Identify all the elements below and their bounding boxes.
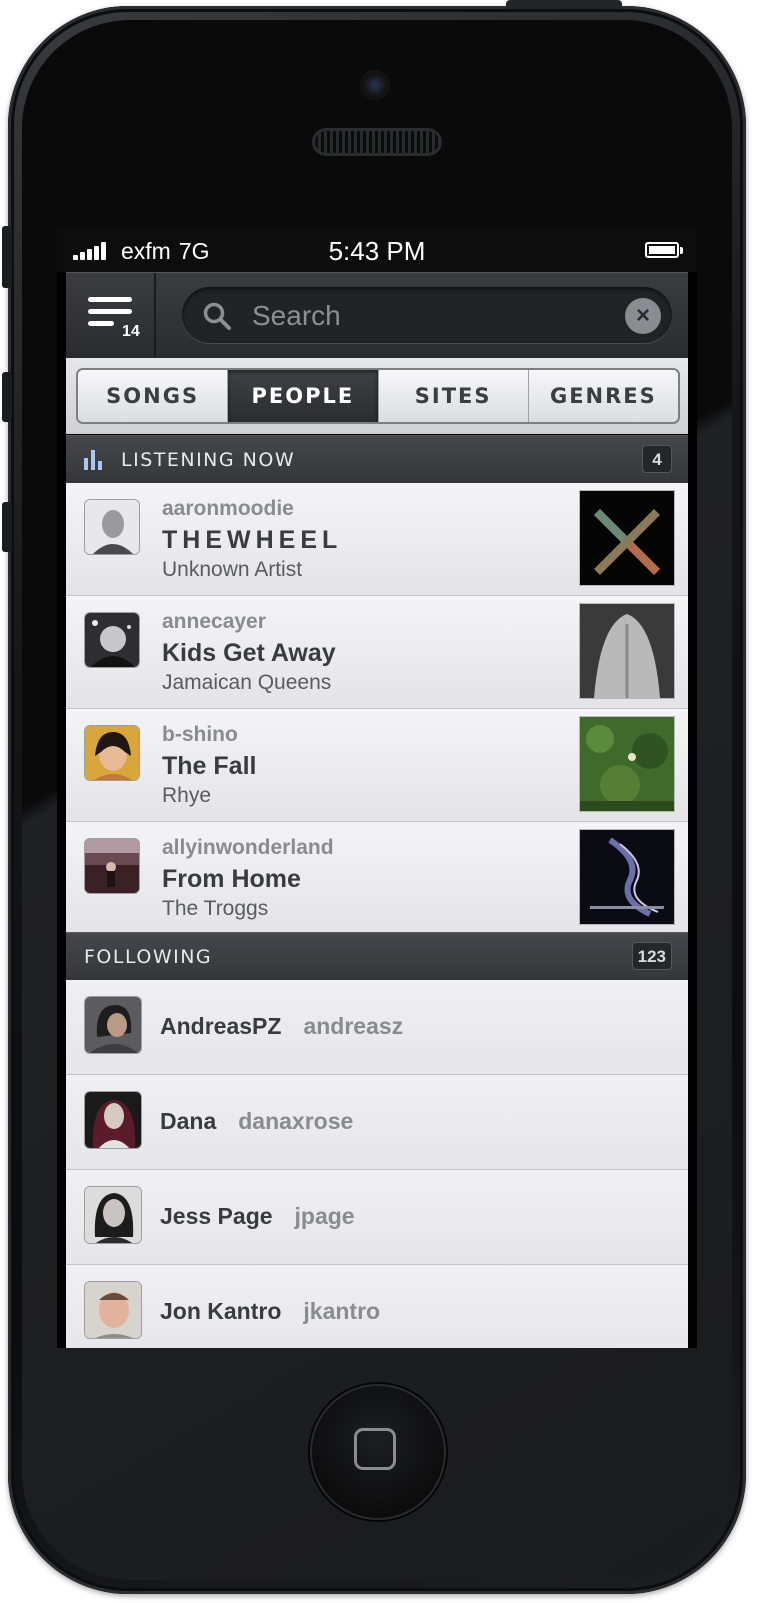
earpiece-speaker bbox=[312, 128, 442, 156]
list-item[interactable]: aaronmoodie THEWHEEL Unknown Artist bbox=[66, 483, 688, 596]
list-item[interactable]: allyinwonderland From Home The Troggs bbox=[66, 822, 688, 935]
list-item[interactable]: b-shino The Fall Rhye bbox=[66, 709, 688, 822]
list-item[interactable]: annecayer Kids Get Away Jamaican Queens bbox=[66, 596, 688, 709]
top-toolbar: 14 × bbox=[66, 272, 688, 359]
home-square-icon bbox=[354, 1428, 396, 1470]
avatar[interactable] bbox=[84, 1281, 142, 1339]
list-item[interactable]: Jon Kantro jkantro bbox=[66, 1265, 688, 1348]
artist-name: Jamaican Queens bbox=[162, 671, 332, 694]
avatar[interactable] bbox=[84, 612, 140, 668]
avatar[interactable] bbox=[84, 838, 140, 894]
track-title: The Fall bbox=[162, 752, 257, 780]
listener-username[interactable]: aaronmoodie bbox=[162, 497, 294, 521]
following-username: danaxrose bbox=[238, 1108, 354, 1134]
avatar[interactable] bbox=[84, 725, 140, 781]
listener-username[interactable]: b-shino bbox=[162, 723, 238, 747]
album-art[interactable] bbox=[580, 717, 674, 811]
artist-name: Rhye bbox=[162, 784, 212, 807]
front-camera bbox=[360, 70, 390, 100]
listener-username[interactable]: annecayer bbox=[162, 610, 266, 634]
listening-now-list: aaronmoodie THEWHEEL Unknown Artist anne… bbox=[66, 483, 688, 935]
following-list: AndreasPZ andreasz Dana danaxrose Jess Pag… bbox=[66, 980, 688, 1348]
following-username: jkantro bbox=[303, 1298, 381, 1324]
volume-down-button bbox=[2, 502, 12, 552]
following-header: FOLLOWING 123 bbox=[66, 932, 688, 980]
listener-username[interactable]: allyinwonderland bbox=[162, 836, 334, 860]
segmented-control: SONGS PEOPLE SITES GENRES bbox=[76, 368, 680, 424]
search-icon bbox=[203, 302, 231, 330]
track-title: THEWHEEL bbox=[162, 526, 343, 554]
following-count-badge: 123 bbox=[631, 942, 672, 970]
tab-people[interactable]: PEOPLE bbox=[227, 370, 378, 422]
listening-now-header: LISTENING NOW 4 bbox=[66, 435, 688, 483]
status-time: 5:43 PM bbox=[328, 236, 426, 266]
list-item[interactable]: Jess Page jpage bbox=[66, 1170, 688, 1265]
tab-bar-container: SONGS PEOPLE SITES GENRES bbox=[66, 358, 688, 434]
list-item[interactable]: Dana danaxrose bbox=[66, 1075, 688, 1170]
tab-songs[interactable]: SONGS bbox=[78, 370, 228, 422]
tab-sites[interactable]: SITES bbox=[377, 370, 528, 422]
clear-search-icon[interactable]: × bbox=[625, 298, 661, 334]
sleep-button bbox=[506, 0, 622, 9]
menu-button[interactable]: 14 bbox=[66, 273, 156, 359]
battery-icon bbox=[645, 242, 683, 258]
search-bar[interactable]: × bbox=[182, 287, 672, 343]
track-title: From Home bbox=[162, 865, 301, 893]
artist-name: The Troggs bbox=[162, 897, 269, 920]
following-display-name[interactable]: Jon Kantro bbox=[160, 1298, 281, 1324]
following-display-name[interactable]: AndreasPZ bbox=[160, 1013, 281, 1039]
status-bar: exfm 7G 5:43 PM bbox=[57, 226, 697, 272]
list-item[interactable]: AndreasPZ andreasz bbox=[66, 980, 688, 1075]
album-art[interactable] bbox=[580, 491, 674, 585]
equalizer-icon bbox=[84, 450, 104, 470]
avatar[interactable] bbox=[84, 1186, 142, 1244]
following-username: jpage bbox=[294, 1203, 355, 1229]
avatar[interactable] bbox=[84, 1091, 142, 1149]
search-input[interactable] bbox=[250, 295, 604, 337]
volume-up-button bbox=[2, 372, 12, 422]
section-title-listening-now: LISTENING NOW bbox=[121, 449, 296, 471]
artist-name: Unknown Artist bbox=[162, 558, 303, 581]
listening-now-count-badge: 4 bbox=[642, 445, 672, 473]
app-screen: exfm7G 5:43 PM 14 × SONGS PEOPLE SITES G… bbox=[57, 226, 697, 1348]
mute-switch bbox=[2, 226, 12, 288]
avatar[interactable] bbox=[84, 499, 140, 555]
following-display-name[interactable]: Jess Page bbox=[160, 1203, 273, 1229]
home-button[interactable] bbox=[310, 1384, 446, 1520]
album-art[interactable] bbox=[580, 604, 674, 698]
following-display-name[interactable]: Dana bbox=[160, 1108, 216, 1134]
track-title: Kids Get Away bbox=[162, 639, 336, 667]
following-username: andreasz bbox=[303, 1013, 404, 1039]
section-title-following: FOLLOWING bbox=[84, 946, 213, 968]
album-art[interactable] bbox=[580, 830, 674, 924]
menu-notification-count: 14 bbox=[122, 323, 140, 340]
tab-genres[interactable]: GENRES bbox=[527, 370, 678, 422]
avatar[interactable] bbox=[84, 996, 142, 1054]
